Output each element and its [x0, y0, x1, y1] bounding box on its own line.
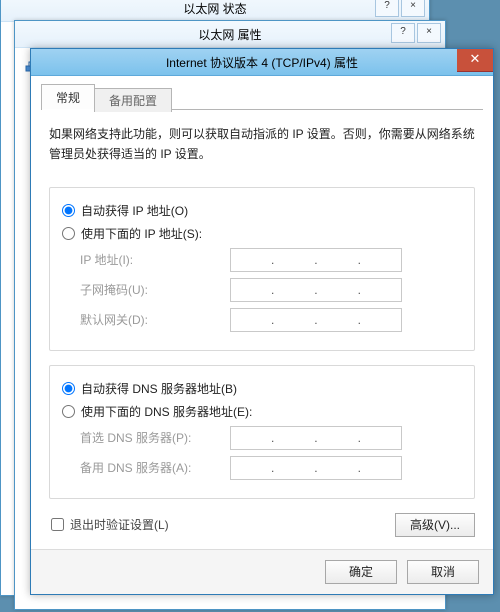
validate-on-exit-checkbox[interactable]: 退出时验证设置(L) [49, 516, 169, 533]
radio-obtain-ip-auto-input[interactable] [62, 204, 75, 217]
dialog-title: Internet 协议版本 4 (TCP/IPv4) 属性 [166, 54, 358, 71]
radio-obtain-dns-auto-label: 自动获得 DNS 服务器地址(B) [81, 380, 237, 397]
radio-obtain-ip-auto-label: 自动获得 IP 地址(O) [81, 202, 188, 219]
radio-obtain-ip-auto[interactable]: 自动获得 IP 地址(O) [62, 202, 462, 219]
ok-button[interactable]: 确定 [325, 560, 397, 584]
tab-alternate-config[interactable]: 备用配置 [94, 88, 172, 112]
ip-address-input[interactable]: . . . [230, 248, 402, 272]
radio-use-ip-label: 使用下面的 IP 地址(S): [81, 225, 202, 242]
ipv4-properties-dialog: Internet 协议版本 4 (TCP/IPv4) 属性 ✕ 常规 备用配置 … [30, 48, 494, 595]
bgwin1-close-button[interactable]: × [401, 0, 425, 17]
preferred-dns-input[interactable]: . . . [230, 426, 402, 450]
radio-use-dns-input[interactable] [62, 405, 75, 418]
validate-on-exit-label: 退出时验证设置(L) [70, 516, 169, 533]
dns-settings-group: 自动获得 DNS 服务器地址(B) 使用下面的 DNS 服务器地址(E): 首选… [49, 365, 475, 499]
bgwin1-help-button[interactable]: ? [375, 0, 399, 17]
bgwin2-help-button[interactable]: ? [391, 23, 415, 43]
close-icon: ✕ [470, 51, 481, 66]
validate-on-exit-input[interactable] [51, 518, 64, 531]
subnet-mask-label: 子网掩码(U): [80, 281, 230, 298]
tab-general[interactable]: 常规 [41, 84, 95, 110]
radio-use-dns[interactable]: 使用下面的 DNS 服务器地址(E): [62, 403, 462, 420]
radio-use-dns-label: 使用下面的 DNS 服务器地址(E): [81, 403, 252, 420]
close-button[interactable]: ✕ [457, 49, 493, 72]
bgwin2-close-button[interactable]: × [417, 23, 441, 43]
alternate-dns-input[interactable]: . . . [230, 456, 402, 480]
radio-use-ip-input[interactable] [62, 227, 75, 240]
dialog-footer: 确定 取消 [31, 549, 493, 594]
ip-settings-group: 自动获得 IP 地址(O) 使用下面的 IP 地址(S): IP 地址(I): … [49, 187, 475, 351]
radio-obtain-dns-auto[interactable]: 自动获得 DNS 服务器地址(B) [62, 380, 462, 397]
bgwin2-title: 以太网 属性 [198, 26, 261, 43]
default-gateway-label: 默认网关(D): [80, 311, 230, 328]
alternate-dns-label: 备用 DNS 服务器(A): [80, 459, 230, 476]
radio-use-ip[interactable]: 使用下面的 IP 地址(S): [62, 225, 462, 242]
radio-obtain-dns-auto-input[interactable] [62, 382, 75, 395]
cancel-button[interactable]: 取消 [407, 560, 479, 584]
bgwin1-title: 以太网 状态 [183, 0, 246, 17]
advanced-button[interactable]: 高级(V)... [395, 513, 475, 537]
description-text: 如果网络支持此功能，则可以获取自动指派的 IP 设置。否则，你需要从网络系统管理… [49, 124, 475, 165]
dialog-titlebar[interactable]: Internet 协议版本 4 (TCP/IPv4) 属性 ✕ [31, 49, 493, 76]
preferred-dns-label: 首选 DNS 服务器(P): [80, 429, 230, 446]
subnet-mask-input[interactable]: . . . [230, 278, 402, 302]
default-gateway-input[interactable]: . . . [230, 308, 402, 332]
ip-address-label: IP 地址(I): [80, 251, 230, 268]
